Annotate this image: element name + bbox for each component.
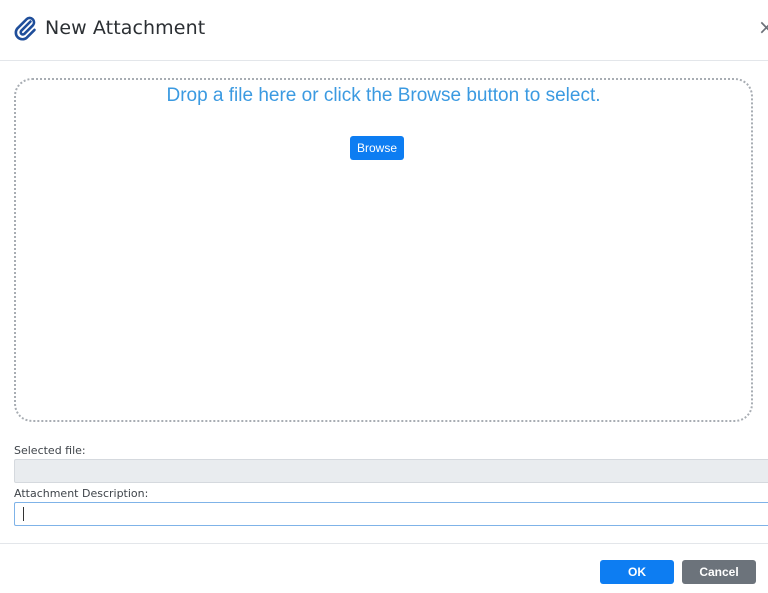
new-attachment-dialog: New Attachment × Drop a file here or cli… [0, 0, 768, 593]
attachment-description-input[interactable] [14, 502, 768, 526]
cancel-button[interactable]: Cancel [682, 560, 756, 584]
drop-hint-text: Drop a file here or click the Browse but… [166, 85, 601, 106]
paperclip-icon [12, 15, 38, 41]
footer-divider [0, 543, 768, 544]
close-icon[interactable]: × [758, 14, 768, 40]
selected-file-label: Selected file: [14, 444, 86, 457]
browse-button[interactable]: Browse [350, 136, 404, 160]
attachment-description-label: Attachment Description: [14, 487, 149, 500]
dialog-title: New Attachment [45, 17, 206, 39]
dialog-header: New Attachment × [0, 0, 768, 61]
file-drop-zone[interactable]: Drop a file here or click the Browse but… [14, 78, 753, 422]
text-caret [23, 507, 24, 521]
ok-button[interactable]: OK [600, 560, 674, 584]
selected-file-field [14, 459, 768, 483]
